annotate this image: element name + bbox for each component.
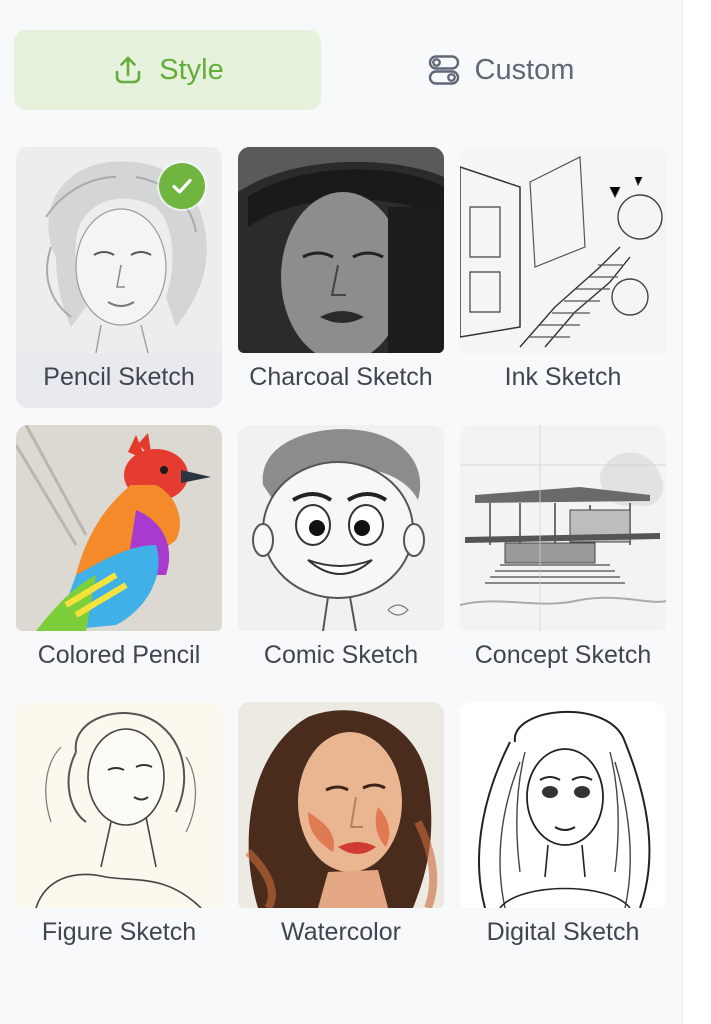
style-label: Concept Sketch [474, 641, 652, 669]
tab-style[interactable]: Style [14, 30, 321, 110]
mode-tabs: Style Custom [14, 30, 654, 110]
style-card-watercolor[interactable]: Watercolor [238, 702, 444, 963]
style-card-charcoal-sketch[interactable]: Charcoal Sketch [238, 147, 444, 408]
figure-sketch-thumbnail [16, 702, 222, 908]
style-label: Colored Pencil [37, 641, 201, 669]
toggle-settings-icon [427, 53, 461, 87]
tab-style-label: Style [159, 53, 224, 86]
style-card-comic-sketch[interactable]: Comic Sketch [238, 425, 444, 686]
style-card-ink-sketch[interactable]: Ink Sketch [460, 147, 666, 408]
selected-checkmark-icon [159, 163, 205, 209]
style-card-digital-sketch[interactable]: Digital Sketch [460, 702, 666, 963]
style-card-concept-sketch[interactable]: Concept Sketch [460, 425, 666, 686]
style-label: Digital Sketch [486, 918, 640, 946]
ink-sketch-thumbnail [460, 147, 666, 353]
style-panel: Style Custom Pencil Sketch Charcoal Sket… [0, 0, 682, 1024]
style-label: Watercolor [281, 918, 401, 946]
digital-sketch-thumbnail [460, 702, 666, 908]
charcoal-sketch-thumbnail [238, 147, 444, 353]
style-card-colored-pencil[interactable]: Colored Pencil [16, 425, 222, 686]
style-label: Charcoal Sketch [249, 363, 433, 391]
comic-sketch-thumbnail [238, 425, 444, 631]
style-label: Comic Sketch [263, 641, 419, 669]
style-label: Pencil Sketch [43, 363, 195, 391]
upload-icon [111, 53, 145, 87]
right-pane-edge [682, 0, 711, 1024]
watercolor-thumbnail [238, 702, 444, 908]
style-label: Ink Sketch [504, 363, 622, 391]
style-card-pencil-sketch[interactable]: Pencil Sketch [16, 147, 222, 408]
tab-custom-label: Custom [474, 53, 575, 86]
colored-pencil-thumbnail [16, 425, 222, 631]
style-label: Figure Sketch [41, 918, 197, 946]
style-card-figure-sketch[interactable]: Figure Sketch [16, 702, 222, 963]
concept-sketch-thumbnail [460, 425, 666, 631]
tab-custom[interactable]: Custom [347, 30, 654, 110]
